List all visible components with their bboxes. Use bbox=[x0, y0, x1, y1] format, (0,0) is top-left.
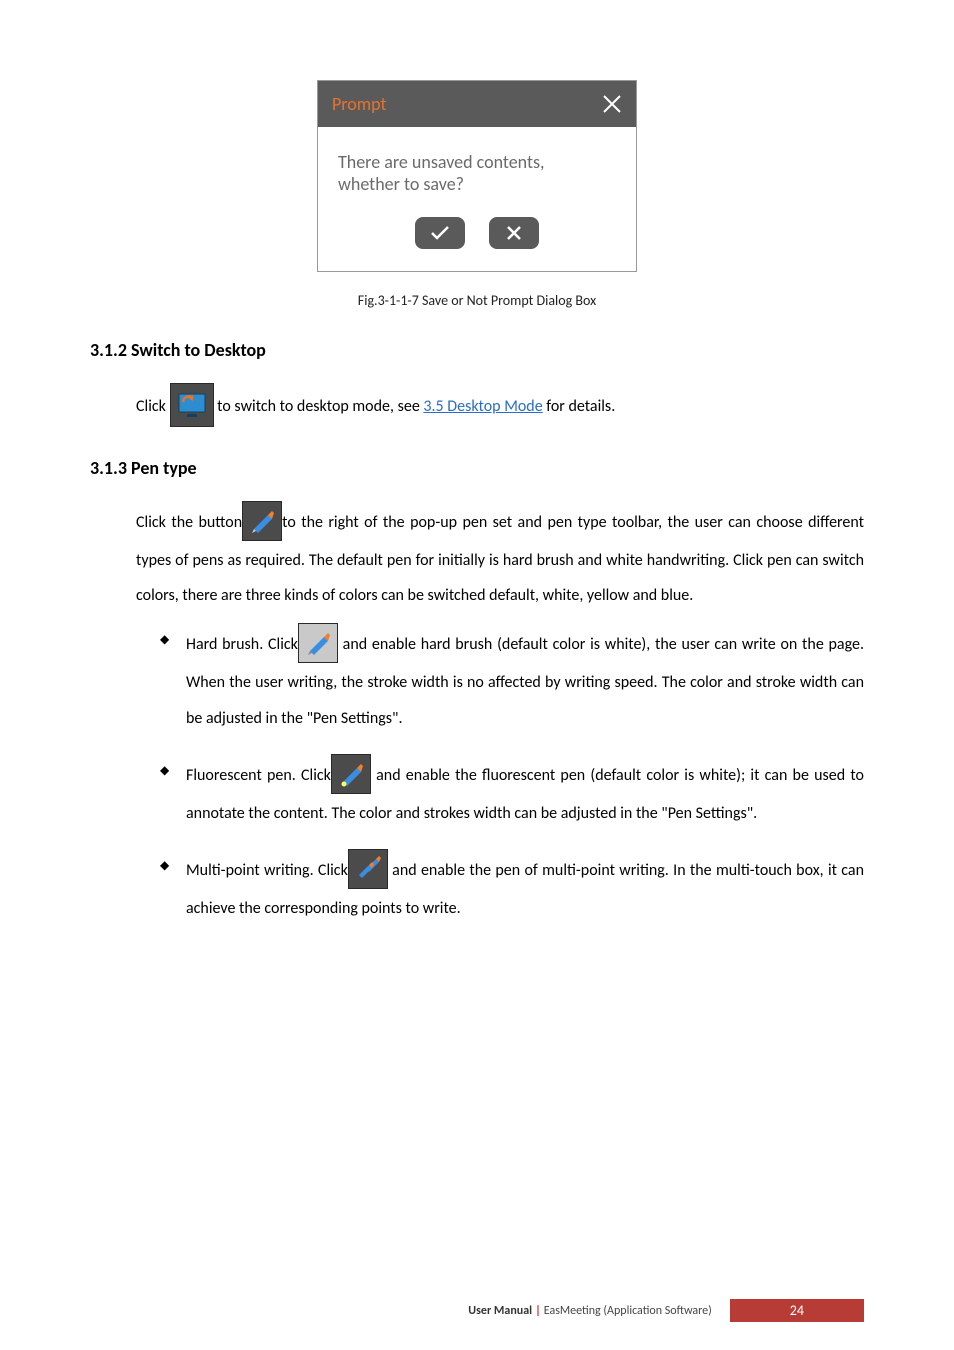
dialog-actions bbox=[338, 217, 616, 249]
dialog-message-line1: There are unsaved contents, bbox=[338, 151, 616, 173]
figure-caption: Fig.3-1-1-7 Save or Not Prompt Dialog Bo… bbox=[90, 292, 864, 309]
footer-divider: | bbox=[535, 1304, 541, 1318]
heading-312: 3.1.2 Switch to Desktop bbox=[90, 339, 864, 361]
dialog-title: Prompt bbox=[332, 93, 387, 115]
hard-brush-icon[interactable] bbox=[298, 623, 338, 663]
page-footer: User Manual | EasMeeting (Application So… bbox=[90, 1299, 864, 1322]
paragraph-313-intro: Click the button to the right of the pop… bbox=[136, 503, 864, 613]
fluorescent-pen-icon[interactable] bbox=[331, 754, 371, 794]
heading-313: 3.1.3 Pen type bbox=[90, 457, 864, 479]
text-312-pre: Click bbox=[136, 397, 170, 416]
close-icon[interactable] bbox=[598, 90, 626, 118]
footer-left: User Manual bbox=[468, 1304, 532, 1318]
page-number: 24 bbox=[730, 1299, 864, 1322]
footer-right: EasMeeting (Application Software) bbox=[544, 1304, 712, 1318]
bullet-hard-brush-pre: Hard brush. Click bbox=[186, 635, 298, 654]
confirm-button[interactable] bbox=[415, 217, 465, 249]
bullet-hard-brush: Hard brush. Click and enable hard brush … bbox=[160, 625, 864, 735]
prompt-dialog: Prompt There are unsaved contents, wheth… bbox=[317, 80, 637, 272]
bullet-multipoint-pre: Multi-point writing. Click bbox=[186, 861, 348, 880]
bullet-multipoint: Multi-point writing. Click and enable th… bbox=[160, 851, 864, 926]
dialog-message-line2: whether to save? bbox=[338, 173, 616, 195]
multi-point-pen-icon[interactable] bbox=[348, 849, 388, 889]
cancel-button[interactable] bbox=[489, 217, 539, 249]
switch-desktop-icon[interactable] bbox=[170, 383, 214, 427]
desktop-mode-link[interactable]: 3.5 Desktop Mode bbox=[423, 397, 542, 416]
bullet-fluorescent: Fluorescent pen. Click and enable the fl… bbox=[160, 756, 864, 831]
dialog-body: There are unsaved contents, whether to s… bbox=[318, 127, 636, 271]
prompt-dialog-figure: Prompt There are unsaved contents, wheth… bbox=[90, 80, 864, 272]
paragraph-312: Click to switch to desktop mode, see 3.5… bbox=[136, 385, 864, 429]
dialog-header: Prompt bbox=[318, 81, 636, 127]
text-312-post: to switch to desktop mode, see bbox=[217, 397, 423, 416]
text-313-intro-pre: Click the button bbox=[136, 513, 242, 532]
text-312-end: for details. bbox=[546, 397, 615, 416]
pen-type-bullets: Hard brush. Click and enable hard brush … bbox=[160, 625, 864, 926]
bullet-fluorescent-pre: Fluorescent pen. Click bbox=[186, 766, 331, 785]
pen-icon[interactable] bbox=[242, 501, 282, 541]
